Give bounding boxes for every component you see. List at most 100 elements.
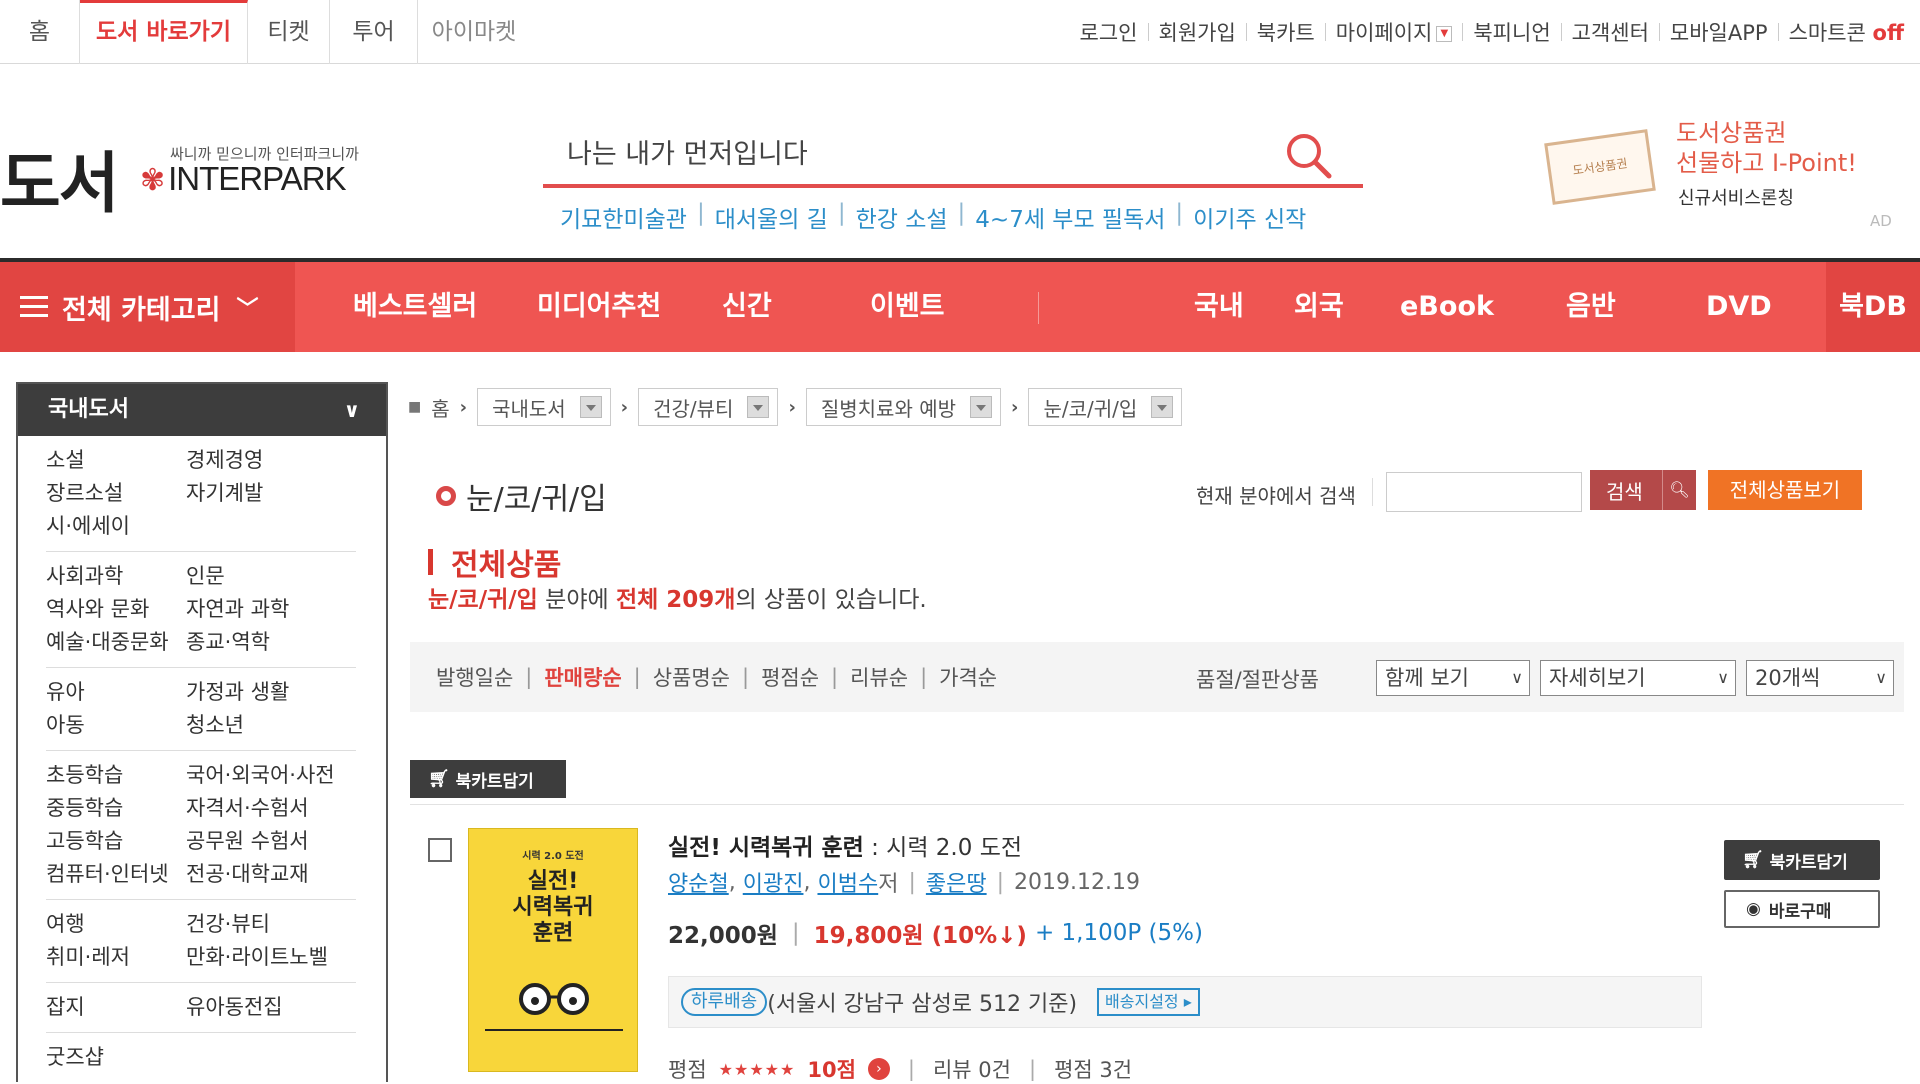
sidebar-category-link[interactable]: 종교·역학 (186, 626, 270, 659)
all-category-button[interactable]: 전체 카테고리 ﹀ (0, 262, 295, 352)
sidebar-category-link[interactable]: 중등학습 (46, 792, 186, 825)
in-category-search-input[interactable] (1386, 472, 1582, 512)
sidebar-category-link[interactable]: 공무원 수험서 (186, 825, 309, 858)
sidebar-category-link[interactable]: 고등학습 (46, 825, 186, 858)
chevron-down-icon[interactable]: ▼ (1436, 26, 1453, 42)
detail-view-select[interactable]: 자세히보기 ∨ (1540, 660, 1736, 696)
sidebar-category-link[interactable]: 역사와 문화 (46, 593, 186, 626)
sidebar-category-link[interactable]: 장르소설 (46, 477, 186, 510)
sidebar-category-link[interactable]: 초등학습 (46, 759, 186, 792)
breadcrumb-select-level3[interactable]: 질병치료와 예방 (805, 388, 1002, 426)
sort-option[interactable]: 발행일순 (436, 662, 513, 692)
mypage-link[interactable]: 마이페이지 ▼ (1326, 17, 1463, 47)
ad-title[interactable]: 도서상품권 선물하고 I-Point! (1676, 118, 1857, 178)
sidebar-category-link[interactable]: 자격서·수험서 (186, 792, 309, 825)
sidebar-category-link[interactable]: 자연과 과학 (186, 593, 289, 626)
signup-link[interactable]: 회원가입 (1149, 17, 1246, 47)
ad-gift-card-image[interactable]: 도서상품권 (1544, 129, 1656, 205)
nav-domestic[interactable]: 국내 (1194, 262, 1244, 352)
tab-imarket[interactable]: 아이마켓 (418, 0, 530, 64)
author-link[interactable]: 이범수 (817, 866, 878, 898)
page-size-select[interactable]: 20개씩 ∨ (1746, 660, 1894, 696)
sidebar-category-link[interactable]: 잡지 (46, 991, 186, 1024)
sidebar-category-link[interactable]: 여행 (46, 908, 186, 941)
mobile-app-link[interactable]: 모바일APP (1660, 17, 1778, 47)
bookcart-link[interactable]: 북카트 (1247, 17, 1325, 47)
sidebar-category-link[interactable]: 컴퓨터·인터넷 (46, 858, 186, 891)
add-selected-to-cart-button[interactable]: 🛒︎ 북카트담기 (410, 760, 566, 798)
nav-bestseller[interactable]: 베스트셀러 (353, 262, 477, 352)
set-address-button[interactable]: 배송지설정 ▸ (1097, 988, 1200, 1016)
smartcon-link[interactable]: 스마트콘 off (1779, 17, 1914, 47)
nav-event[interactable]: 이벤트 (870, 262, 945, 352)
sidebar-category-link[interactable]: 인문 (186, 560, 225, 593)
search-input[interactable] (543, 120, 1283, 182)
chevron-right-icon[interactable]: › (867, 1058, 890, 1080)
sidebar-category-link[interactable]: 전공·대학교재 (186, 858, 309, 891)
nav-bookdb[interactable]: 북DB (1826, 262, 1920, 352)
sidebar-category-link[interactable]: 국어·외국어·사전 (186, 759, 335, 792)
tab-ticket[interactable]: 티켓 (248, 0, 330, 64)
product-meta: 양순철, 이광진, 이범수 저 | 좋은땅 | 2019.12.19 (668, 866, 1140, 898)
publisher-link[interactable]: 좋은땅 (926, 866, 987, 898)
product-checkbox[interactable] (428, 838, 452, 862)
sidebar-category-link[interactable]: 시·에세이 (46, 510, 186, 543)
breadcrumb-select-level2[interactable]: 건강/뷰티 (638, 388, 779, 426)
nav-dvd[interactable]: DVD (1706, 262, 1772, 352)
sort-option[interactable]: 상품명순 (653, 662, 730, 692)
search-icon[interactable] (1283, 130, 1333, 180)
book-cover-image[interactable]: 시력 2.0 도전 실전! 시력복귀 훈련 (468, 828, 638, 1072)
add-to-cart-button[interactable]: 🛒︎ 북카트담기 (1724, 840, 1880, 880)
product-title[interactable]: 실전! 시력복귀 훈련 : 시력 2.0 도전 (668, 828, 1022, 862)
nav-album[interactable]: 음반 (1566, 262, 1616, 352)
keyword-link[interactable]: 대서울의 길 (705, 200, 838, 234)
customer-center-link[interactable]: 고객센터 (1562, 17, 1659, 47)
nav-media-recommend[interactable]: 미디어추천 (537, 262, 661, 352)
sort-option[interactable]: 가격순 (939, 662, 997, 692)
keyword-link[interactable]: 기묘한미술관 (560, 200, 697, 234)
sort-option[interactable]: 리뷰순 (850, 662, 908, 692)
buy-now-button[interactable]: ◉ 바로구매 (1724, 890, 1880, 928)
keyword-link[interactable]: 이기주 신작 (1183, 200, 1316, 234)
soldout-filter-label[interactable]: 품절/절판상품 (1196, 664, 1319, 694)
sort-separator: | (742, 665, 750, 689)
view-all-products-button[interactable]: 전체상품보기 (1708, 470, 1862, 510)
breadcrumb-home[interactable]: 홈 (431, 393, 449, 422)
logo-interpark[interactable]: ✾ INTERPARK (140, 160, 347, 198)
sidebar-category-link[interactable]: 만화·라이트노벨 (186, 941, 328, 974)
sidebar-category-link[interactable]: 자기계발 (186, 477, 263, 510)
sidebar-category-link[interactable]: 유아 (46, 676, 186, 709)
logo-books[interactable]: 도서 (0, 130, 119, 226)
sidebar-category-link[interactable]: 취미·레저 (46, 941, 186, 974)
in-category-search-button[interactable]: 검색 🔍︎ (1590, 470, 1696, 510)
sidebar-category-link[interactable]: 가정과 생활 (186, 676, 289, 709)
sort-bar: 발행일순 | 판매량순 | 상품명순 | 평점순 | 리뷰순 | 가격순 품절/절판상품 함께 보기… (410, 642, 1904, 712)
sidebar-header[interactable]: 국내도서 ∨ (18, 384, 386, 436)
nav-ebook[interactable]: eBook (1400, 262, 1494, 352)
sidebar-category-link[interactable]: 경제경영 (186, 444, 263, 477)
bookinion-link[interactable]: 북피니언 (1463, 17, 1560, 47)
view-together-select[interactable]: 함께 보기 ∨ (1376, 660, 1530, 696)
sidebar-category-link[interactable]: 사회과학 (46, 560, 186, 593)
tab-tour[interactable]: 투어 (330, 0, 418, 64)
nav-new[interactable]: 신간 (722, 262, 772, 352)
tab-home[interactable]: 홈 (0, 0, 80, 64)
login-link[interactable]: 로그인 (1070, 17, 1148, 47)
sidebar-category-link[interactable]: 건강·뷰티 (186, 908, 270, 941)
sidebar-category-link[interactable]: 청소년 (186, 709, 244, 742)
sort-option[interactable]: 평점순 (761, 662, 819, 692)
keyword-link[interactable]: 한강 소설 (846, 200, 958, 234)
sidebar-category-link[interactable]: 예술·대중문화 (46, 626, 186, 659)
sidebar-category-link[interactable]: 유아동전집 (186, 991, 283, 1024)
breadcrumb-select-level1[interactable]: 국내도서 (477, 388, 611, 426)
tab-books[interactable]: 도서 바로가기 (80, 0, 248, 64)
nav-foreign[interactable]: 외국 (1294, 262, 1344, 352)
sidebar-category-link[interactable]: 굿즈샵 (46, 1041, 186, 1074)
breadcrumb-select-level4[interactable]: 눈/코/귀/입 (1028, 388, 1183, 426)
sidebar-category-link[interactable]: 소설 (46, 444, 186, 477)
author-link[interactable]: 양순철 (668, 866, 729, 898)
author-link[interactable]: 이광진 (743, 866, 804, 898)
keyword-link[interactable]: 4~7세 부모 필독서 (965, 200, 1175, 234)
sort-option[interactable]: 판매량순 (544, 662, 621, 692)
sidebar-category-link[interactable]: 아동 (46, 709, 186, 742)
